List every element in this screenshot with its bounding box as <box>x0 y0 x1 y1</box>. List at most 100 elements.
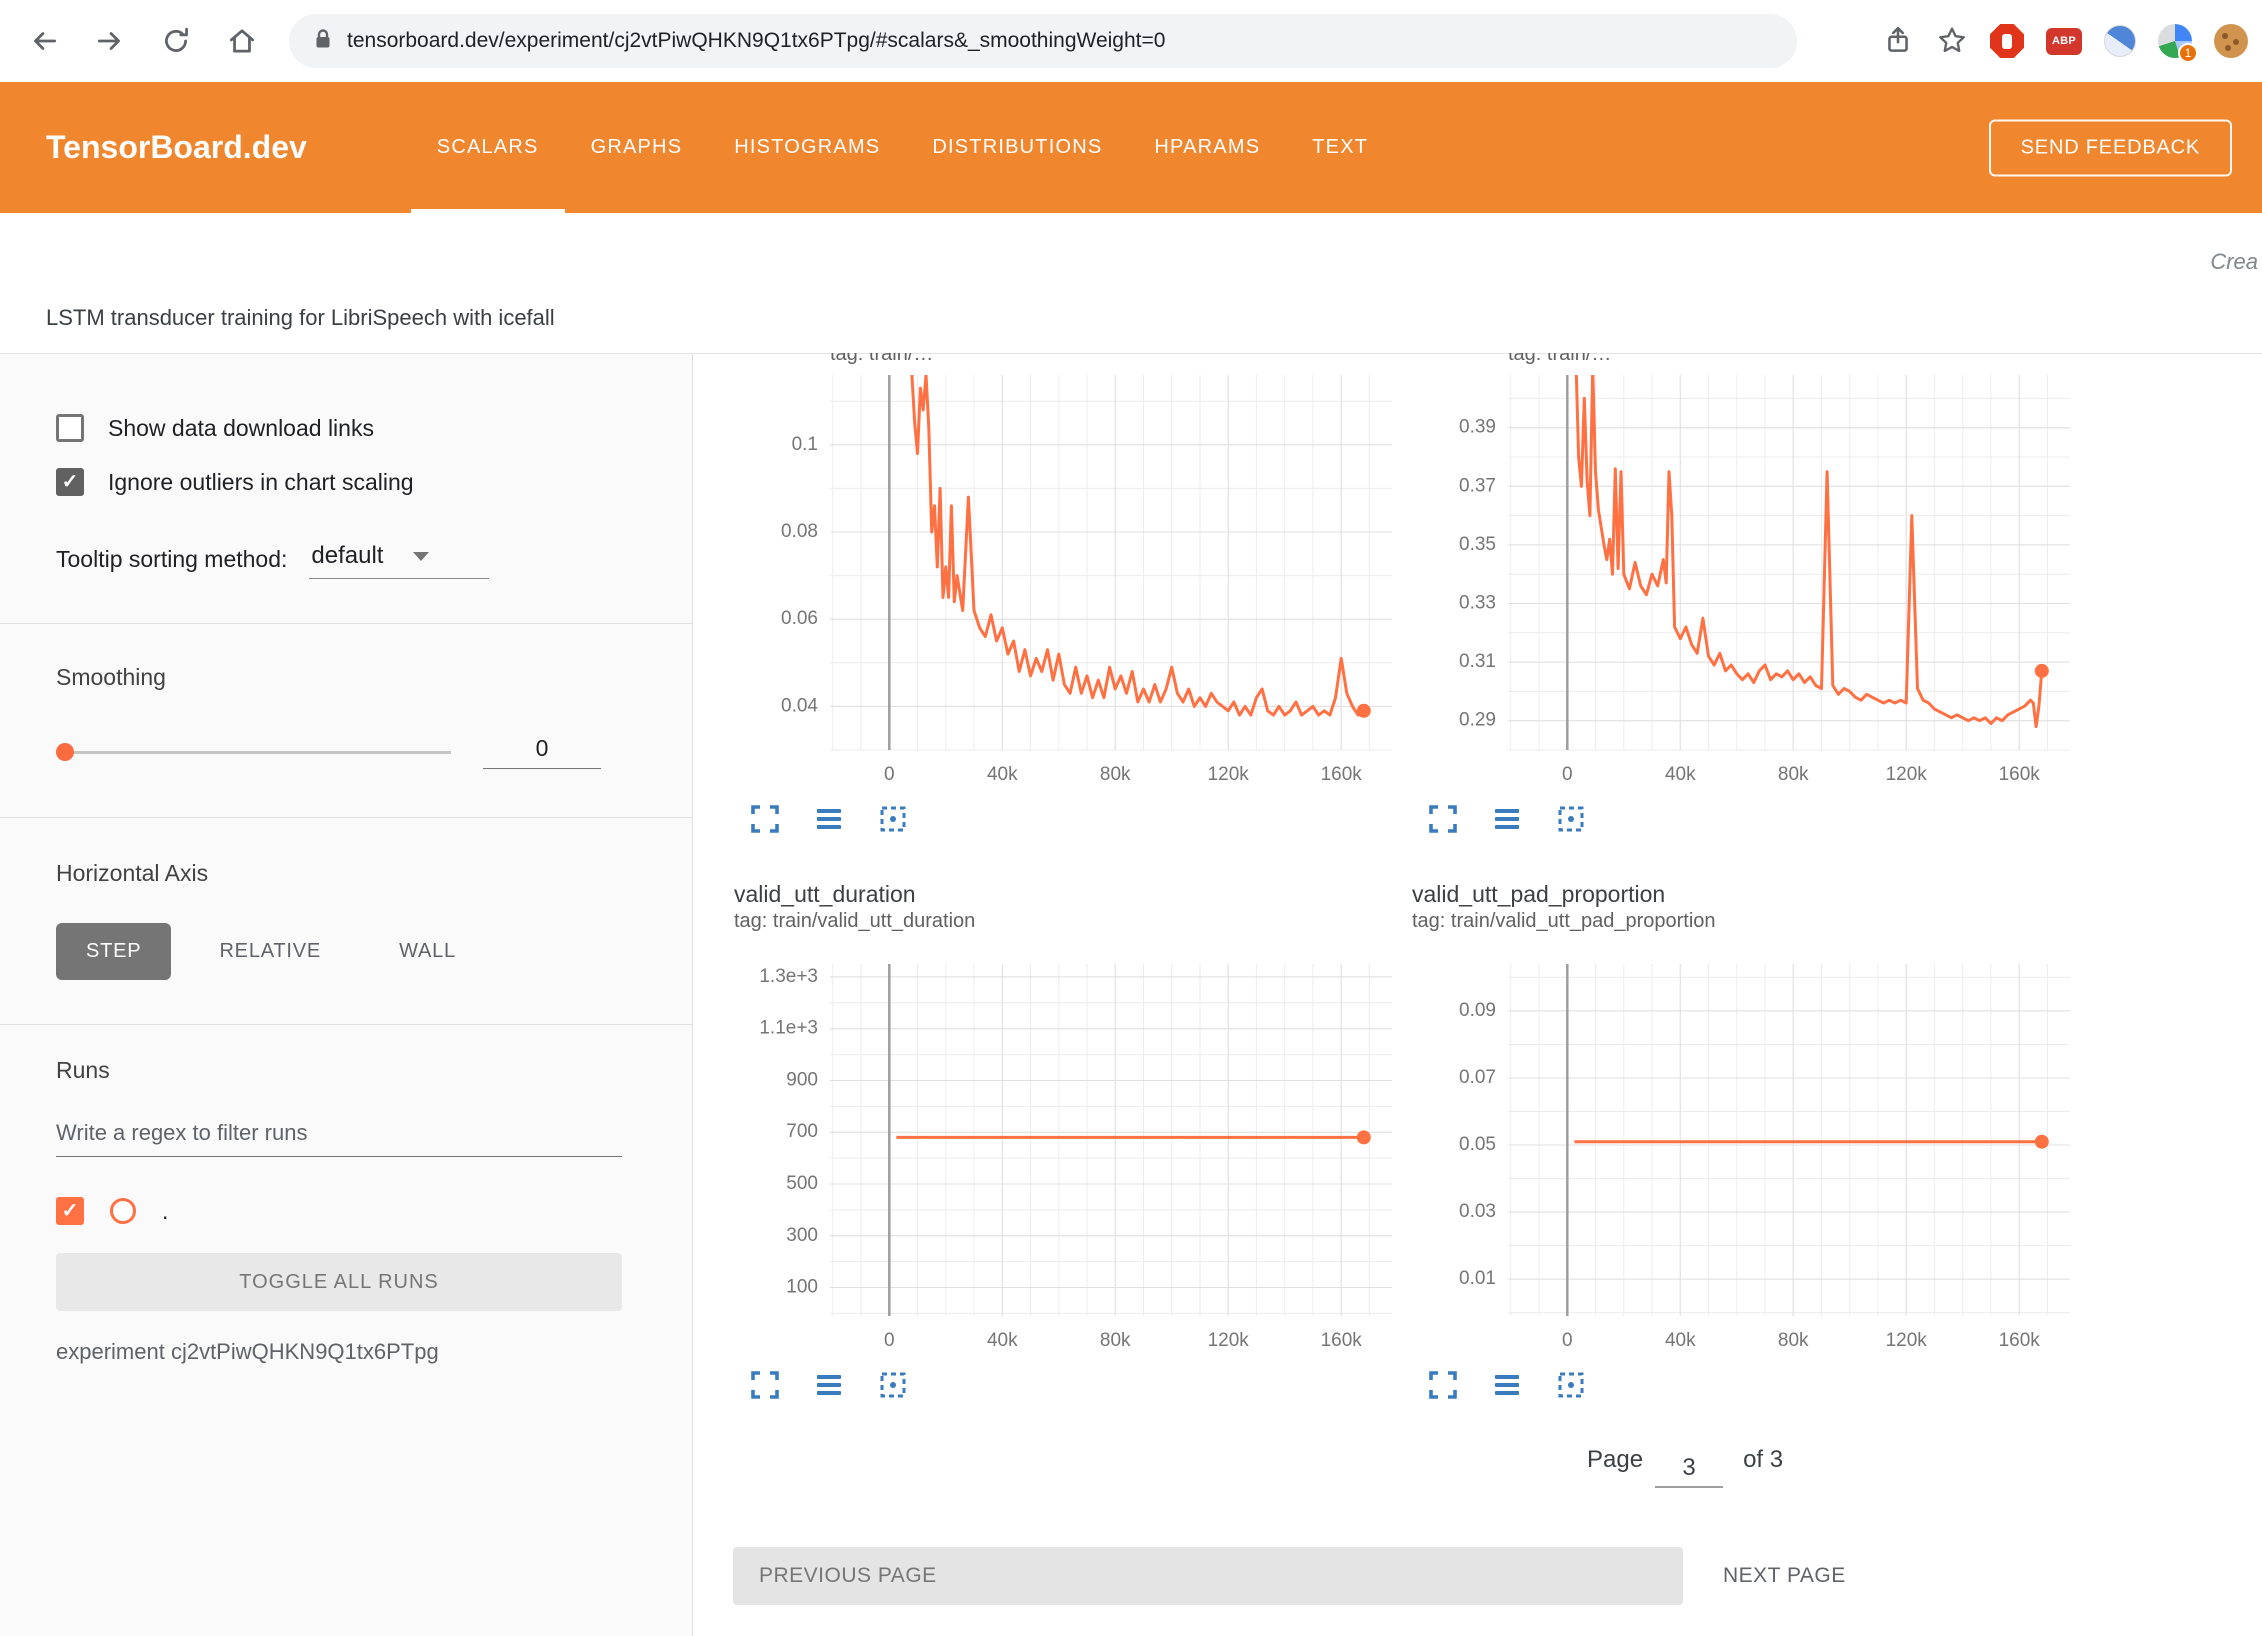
scalar-line-chart[interactable]: 0.290.310.330.350.370.39040k80k120k160k <box>1412 375 2070 792</box>
browser-toolbar: tensorboard.dev/experiment/cj2vtPiwQHKN9… <box>0 0 2262 82</box>
experiment-subheader: Crea LSTM transducer training for LibriS… <box>0 213 2262 354</box>
profile-avatar[interactable]: 1 <box>2158 24 2192 58</box>
smoothing-slider[interactable] <box>56 743 451 761</box>
next-page-button[interactable]: NEXT PAGE <box>1717 1547 1852 1605</box>
toggle-all-runs-button[interactable]: TOGGLE ALL RUNS <box>56 1253 622 1311</box>
svg-text:80k: 80k <box>1778 764 1809 785</box>
tab-scalars[interactable]: SCALARS <box>411 82 565 213</box>
adblock-icon[interactable] <box>1990 24 2024 58</box>
ignore-outliers-checkbox[interactable]: ✓ <box>56 468 84 496</box>
svg-text:0.1: 0.1 <box>792 434 818 455</box>
fullscreen-icon[interactable] <box>748 1368 782 1402</box>
experiment-id: experiment cj2vtPiwQHKN9Q1tx6PTpg <box>56 1339 622 1365</box>
settings-sidebar: Show data download links ✓ Ignore outlie… <box>0 354 693 1636</box>
browser-nav-buttons <box>28 0 258 82</box>
chart-card: valid_utt_duration tag: train/valid_utt_… <box>734 880 1392 1402</box>
reload-icon[interactable] <box>160 25 192 57</box>
tab-graphs[interactable]: GRAPHS <box>565 82 709 213</box>
toggle-y-axis-icon[interactable] <box>812 1368 846 1402</box>
scalar-line-chart[interactable]: 0.010.030.050.070.09040k80k120k160k <box>1412 964 2070 1358</box>
tooltip-sorting-label: Tooltip sorting method: <box>56 546 287 579</box>
scalar-line-chart[interactable]: 0.040.060.080.1040k80k120k160k <box>734 375 1392 792</box>
fit-domain-icon[interactable] <box>1554 802 1588 836</box>
toggle-y-axis-icon[interactable] <box>1490 802 1524 836</box>
svg-text:40k: 40k <box>987 1330 1018 1351</box>
url-bar[interactable]: tensorboard.dev/experiment/cj2vtPiwQHKN9… <box>289 14 1797 68</box>
share-icon[interactable] <box>1882 25 1914 57</box>
chart-tag: tag: train/valid_utt_duration <box>734 908 1392 934</box>
cookie-extension-icon[interactable] <box>2214 24 2248 58</box>
tab-hparams[interactable]: HPARAMS <box>1128 82 1286 213</box>
pagination: Page of 3 <box>1587 1445 1783 1480</box>
svg-text:500: 500 <box>786 1173 818 1194</box>
svg-text:900: 900 <box>786 1070 818 1091</box>
previous-page-button[interactable]: PREVIOUS PAGE <box>733 1547 1683 1605</box>
svg-text:80k: 80k <box>1778 1330 1809 1351</box>
page-of-label: of 3 <box>1743 1446 1783 1474</box>
adblock-hand <box>2002 34 2012 49</box>
app-header: TensorBoard.dev SCALARS GRAPHS HISTOGRAM… <box>0 82 2262 213</box>
chart-toolbar <box>1426 802 2070 836</box>
chart-tag-clipped: tag: train/… <box>830 353 1392 375</box>
show-download-label: Show data download links <box>108 415 374 442</box>
fullscreen-icon[interactable] <box>1426 802 1460 836</box>
slider-thumb[interactable] <box>56 743 74 761</box>
fit-domain-icon[interactable] <box>876 802 910 836</box>
svg-text:100: 100 <box>786 1277 818 1298</box>
svg-text:120k: 120k <box>1886 1330 1928 1351</box>
secure-lock-icon[interactable] <box>313 27 333 56</box>
tooltip-sorting-row: Tooltip sorting method: default <box>56 542 622 579</box>
show-download-checkbox[interactable] <box>56 414 84 442</box>
home-icon[interactable] <box>226 25 258 57</box>
chart-card: tag: train/… 0.290.310.330.350.370.39040… <box>1412 353 2070 836</box>
divider <box>0 623 692 624</box>
back-icon[interactable] <box>28 25 60 57</box>
svg-text:160k: 160k <box>1999 764 2041 785</box>
check-icon: ✓ <box>62 472 79 492</box>
fit-domain-icon[interactable] <box>876 1368 910 1402</box>
fit-domain-icon[interactable] <box>1554 1368 1588 1402</box>
svg-text:0.03: 0.03 <box>1459 1201 1496 1222</box>
svg-text:160k: 160k <box>1999 1330 2041 1351</box>
svg-text:80k: 80k <box>1100 1330 1131 1351</box>
browser-extensions: ABP 1 <box>1882 0 2248 82</box>
toggle-y-axis-icon[interactable] <box>812 802 846 836</box>
bookmark-star-icon[interactable] <box>1936 25 1968 57</box>
axis-relative-button[interactable]: RELATIVE <box>189 923 351 980</box>
abp-extension-icon[interactable]: ABP <box>2046 28 2082 55</box>
send-feedback-button[interactable]: SEND FEEDBACK <box>1989 119 2232 176</box>
page-number-input[interactable] <box>1655 1453 1723 1488</box>
chevron-down-icon <box>413 552 429 561</box>
tab-histograms[interactable]: HISTOGRAMS <box>708 82 906 213</box>
toggle-y-axis-icon[interactable] <box>1490 1368 1524 1402</box>
clipped-created-text: Crea <box>2210 249 2258 275</box>
scalar-line-chart[interactable]: 1003005007009001.1e+31.3e+3040k80k120k16… <box>734 964 1392 1358</box>
tensorboard-page: tensorboard.dev/experiment/cj2vtPiwQHKN9… <box>0 0 2262 1636</box>
tooltip-sorting-dropdown[interactable]: default <box>309 542 489 579</box>
divider <box>0 1024 692 1025</box>
svg-text:0.05: 0.05 <box>1459 1134 1496 1155</box>
forward-icon[interactable] <box>94 25 126 57</box>
svg-text:0: 0 <box>1562 1330 1573 1351</box>
slider-track[interactable] <box>56 751 451 754</box>
chart-card: valid_utt_pad_proportion tag: train/vali… <box>1412 880 2070 1402</box>
axis-step-button[interactable]: STEP <box>56 923 171 980</box>
blue-extension-icon[interactable] <box>2104 25 2136 57</box>
fullscreen-icon[interactable] <box>1426 1368 1460 1402</box>
svg-text:300: 300 <box>786 1225 818 1246</box>
svg-text:0.08: 0.08 <box>781 521 818 542</box>
svg-text:0.33: 0.33 <box>1459 593 1496 614</box>
tab-text[interactable]: TEXT <box>1286 82 1394 213</box>
tab-distributions[interactable]: DISTRIBUTIONS <box>906 82 1128 213</box>
show-download-row: Show data download links <box>56 414 622 442</box>
runs-filter-input[interactable] <box>56 1114 622 1157</box>
svg-text:0.39: 0.39 <box>1459 417 1496 438</box>
svg-text:160k: 160k <box>1321 1330 1363 1351</box>
cookie-dot <box>2225 45 2231 51</box>
fullscreen-icon[interactable] <box>748 802 782 836</box>
axis-wall-button[interactable]: WALL <box>369 923 486 980</box>
smoothing-value-input[interactable] <box>483 735 601 769</box>
run-checkbox[interactable]: ✓ <box>56 1197 84 1225</box>
run-color-swatch[interactable] <box>110 1198 136 1224</box>
check-icon: ✓ <box>62 1201 79 1221</box>
